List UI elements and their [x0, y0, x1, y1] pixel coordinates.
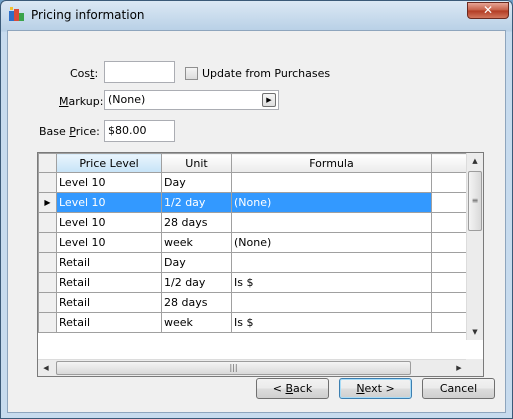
- cell-unit[interactable]: 1/2 day: [161, 272, 232, 293]
- cell-unit[interactable]: 28 days: [161, 292, 232, 313]
- cell-price-level[interactable]: Level 10: [56, 232, 162, 253]
- cancel-button[interactable]: Cancel: [422, 378, 495, 399]
- markup-dropdown[interactable]: (None) ▶: [104, 90, 279, 110]
- cell-unit[interactable]: Day: [161, 252, 232, 273]
- row-header[interactable]: [38, 272, 57, 293]
- cell-formula[interactable]: [231, 172, 432, 193]
- row-header[interactable]: [38, 252, 57, 273]
- cell-price-level[interactable]: Level 10: [56, 192, 162, 213]
- cell-extra[interactable]: [431, 212, 468, 233]
- scroll-left-arrow-icon[interactable]: ◀: [38, 360, 54, 376]
- back-button[interactable]: < Back: [256, 378, 329, 399]
- cell-price-level[interactable]: Retail: [56, 292, 162, 313]
- cell-price-level[interactable]: Level 10: [56, 172, 162, 193]
- scroll-up-arrow-icon[interactable]: ▲: [467, 153, 483, 169]
- row-header[interactable]: [38, 312, 57, 333]
- cell-extra[interactable]: [431, 192, 468, 213]
- cell-formula[interactable]: [231, 252, 432, 273]
- cell-unit[interactable]: 28 days: [161, 212, 232, 233]
- table-row[interactable]: ▶ Level 10 1/2 day (None): [38, 192, 468, 213]
- scroll-right-arrow-icon[interactable]: ▶: [451, 360, 467, 376]
- vertical-scrollbar[interactable]: ▲ ≡ ▼: [466, 153, 483, 340]
- horizontal-scroll-thumb[interactable]: |||: [56, 361, 411, 375]
- cost-input[interactable]: [104, 61, 175, 83]
- cell-price-level[interactable]: Retail: [56, 272, 162, 293]
- cell-formula[interactable]: (None): [231, 192, 432, 213]
- table-row[interactable]: Level 10 week (None): [38, 232, 468, 253]
- cell-extra[interactable]: [431, 172, 468, 193]
- cost-label: Cost:: [70, 67, 99, 80]
- cell-formula[interactable]: Is $: [231, 312, 432, 333]
- cell-extra[interactable]: [431, 272, 468, 293]
- cell-formula[interactable]: (None): [231, 232, 432, 253]
- chevron-right-icon: ▶: [266, 96, 272, 104]
- row-header[interactable]: [38, 212, 57, 233]
- scroll-down-arrow-icon[interactable]: ▼: [467, 324, 483, 340]
- cell-price-level[interactable]: Retail: [56, 252, 162, 273]
- title-bar[interactable]: Pricing information ✕: [1, 1, 512, 29]
- cell-extra[interactable]: [431, 292, 468, 313]
- table-row[interactable]: Level 10 Day: [38, 172, 468, 193]
- markup-value: (None): [108, 93, 146, 106]
- row-header[interactable]: [38, 172, 57, 193]
- base-price-input[interactable]: $80.00: [104, 120, 175, 142]
- column-header-formula[interactable]: Formula: [231, 153, 432, 173]
- row-header[interactable]: [38, 292, 57, 313]
- pricing-window: Pricing information ✕ Cost: Update from …: [0, 0, 513, 419]
- column-header-extra[interactable]: [431, 153, 468, 173]
- cell-extra[interactable]: [431, 232, 468, 253]
- column-header-price-level[interactable]: Price Level: [56, 153, 162, 173]
- column-header-unit[interactable]: Unit: [161, 153, 232, 173]
- table-row[interactable]: Retail 1/2 day Is $: [38, 272, 468, 293]
- pricing-app-icon: [9, 7, 24, 21]
- price-level-table: Price Level Unit Formula Level 10 Day ▶ Lev…: [38, 153, 468, 333]
- price-level-grid: Price Level Unit Formula Level 10 Day ▶ Lev…: [37, 152, 484, 377]
- base-price-label: Base Price:: [39, 125, 100, 138]
- cell-extra[interactable]: [431, 312, 468, 333]
- markup-label: Markup:: [59, 95, 104, 108]
- table-row[interactable]: Level 10 28 days: [38, 212, 468, 233]
- cell-price-level[interactable]: Retail: [56, 312, 162, 333]
- row-header[interactable]: [38, 232, 57, 253]
- window-title: Pricing information: [31, 8, 145, 22]
- scrollbar-corner: [466, 359, 483, 376]
- table-row[interactable]: Retail Day: [38, 252, 468, 273]
- cell-price-level[interactable]: Level 10: [56, 212, 162, 233]
- cell-unit[interactable]: 1/2 day: [161, 192, 232, 213]
- cell-extra[interactable]: [431, 252, 468, 273]
- vertical-scroll-thumb[interactable]: ≡: [468, 171, 482, 231]
- cell-formula[interactable]: [231, 212, 432, 233]
- cell-unit[interactable]: Day: [161, 172, 232, 193]
- cell-formula[interactable]: Is $: [231, 272, 432, 293]
- cell-formula[interactable]: [231, 292, 432, 313]
- close-button[interactable]: ✕: [467, 2, 509, 19]
- horizontal-scrollbar[interactable]: ◀ ||| ▶: [38, 359, 467, 376]
- markup-expand-button[interactable]: ▶: [262, 93, 276, 107]
- table-row[interactable]: Retail week Is $: [38, 312, 468, 333]
- update-from-purchases-label: Update from Purchases: [202, 67, 331, 80]
- cell-unit[interactable]: week: [161, 312, 232, 333]
- row-pointer-icon[interactable]: ▶: [38, 192, 57, 213]
- dialog-body: Cost: Update from Purchases Markup: (Non…: [7, 30, 506, 413]
- next-button[interactable]: Next >: [339, 378, 412, 399]
- update-from-purchases-checkbox[interactable]: [185, 67, 198, 80]
- table-row[interactable]: Retail 28 days: [38, 292, 468, 313]
- cell-unit[interactable]: week: [161, 232, 232, 253]
- row-header-corner: [38, 153, 57, 173]
